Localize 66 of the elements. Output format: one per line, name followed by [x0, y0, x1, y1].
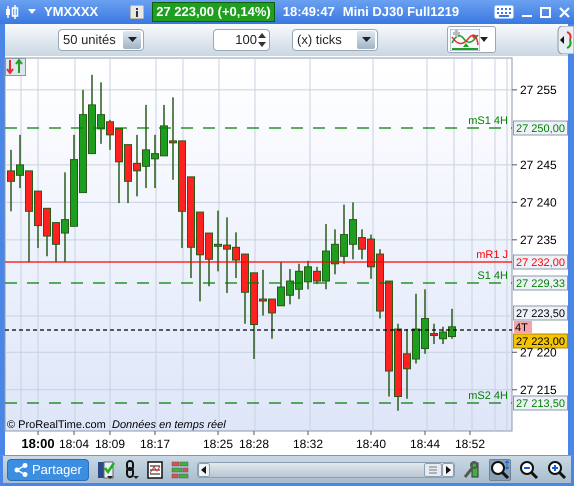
- level-label: S1 4H: [477, 270, 508, 282]
- dropdown-arrow-icon: [362, 37, 370, 43]
- indicator-chart-icon: [450, 28, 480, 50]
- caret-icon: [480, 36, 488, 42]
- price-tick-label: 27 235: [520, 232, 557, 247]
- clock-time: 18:49:47: [282, 3, 335, 22]
- caret-icon[interactable]: [28, 9, 36, 15]
- price-badge: 27 223,00 (+0,14%): [152, 2, 275, 22]
- autoscale-zoom-button[interactable]: [489, 458, 511, 480]
- time-axis-label: 18:09: [94, 437, 126, 451]
- price-tick-label: 27 215: [520, 382, 557, 397]
- falling-candle: [430, 324, 438, 344]
- close-icon[interactable]: [559, 6, 570, 18]
- time-axis-label: 18:28: [238, 437, 270, 451]
- level-label: mS2 4H: [468, 390, 508, 402]
- indicator-button[interactable]: [447, 26, 496, 53]
- last-price-tag: 27 223,00: [513, 334, 568, 348]
- price-tag: 27 229,33: [513, 276, 568, 290]
- price-tick-label: 27 245: [520, 158, 557, 172]
- maximize-icon[interactable]: [540, 6, 551, 18]
- zoom-out-icon[interactable]: [519, 460, 539, 480]
- price-tick-label: 27 240: [520, 195, 557, 210]
- time-axis-label: 18:52: [454, 437, 486, 451]
- falling-candle: [7, 150, 15, 212]
- time-axis-label: 18:32: [292, 437, 324, 451]
- bricks-icon[interactable]: [170, 460, 189, 478]
- horizontal-scrollbar[interactable]: [196, 462, 455, 478]
- copyright-text: © ProRealTime.com: [7, 419, 106, 431]
- level-label: mR1 J: [476, 249, 508, 261]
- instrument-name: Mini DJ30 Full1219: [342, 3, 460, 22]
- panel-check-icon[interactable]: [96, 460, 115, 480]
- price-tick-label: 27 255: [520, 82, 557, 97]
- keyboard-icon[interactable]: [494, 5, 514, 19]
- candlestick-icon: [4, 4, 20, 20]
- spinner-field[interactable]: 100: [213, 29, 270, 51]
- magnifier-icon: [490, 460, 510, 480]
- time-axis-label: 18:40: [356, 437, 386, 451]
- document-chart-icon[interactable]: [146, 460, 163, 478]
- scroll-right-icon[interactable]: [442, 462, 454, 476]
- falling-candle: [313, 266, 321, 284]
- tick-unit-dropdown[interactable]: (x) ticks: [292, 29, 378, 51]
- price-tag: 27 223,50: [513, 306, 568, 320]
- time-axis-label: 18:04: [58, 437, 90, 451]
- data-note-text: Données en temps réel: [112, 419, 226, 431]
- panel-toggle-icon[interactable]: [557, 26, 574, 54]
- scroll-thumb-icon[interactable]: [424, 462, 442, 476]
- wrench-candle-icon[interactable]: [463, 460, 481, 480]
- time-axis-label: 18:17: [140, 437, 170, 451]
- zoom-in-icon[interactable]: [547, 460, 567, 480]
- info-icon[interactable]: [130, 5, 144, 19]
- dropdown-arrow-icon: [128, 37, 136, 43]
- flip-chart-icon[interactable]: [5, 58, 26, 76]
- price-tag: 27 213,50: [513, 396, 568, 410]
- rising-candle: [214, 210, 222, 272]
- share-icon: [14, 462, 28, 476]
- spinner-arrows-icon: [257, 31, 267, 49]
- scroll-left-icon[interactable]: [198, 462, 210, 476]
- rising-candle: [16, 134, 24, 188]
- price-tag: 27 232,00: [513, 254, 568, 270]
- tick-counter-badge: 4T: [514, 321, 532, 334]
- level-label: mS1 4H: [468, 115, 508, 127]
- time-axis-label: 18:25: [202, 437, 234, 451]
- time-axis-label: 18:00: [21, 436, 55, 451]
- period-dropdown[interactable]: 50 unités: [58, 29, 144, 51]
- price-tag: 27 250,00: [513, 120, 568, 136]
- time-axis-label: 18:44: [410, 437, 440, 451]
